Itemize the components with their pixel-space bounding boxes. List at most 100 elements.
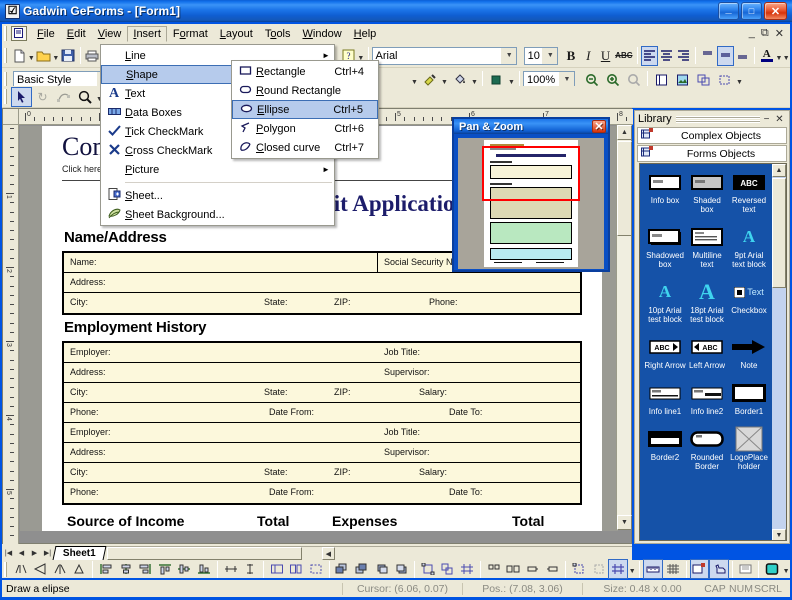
library-scroll-thumb[interactable] [772, 178, 786, 288]
menu-layout[interactable]: Layout [214, 26, 259, 42]
strikethrough-button[interactable]: ABC [614, 46, 633, 66]
mdi-close-button[interactable]: ✕ [775, 27, 784, 40]
table-row[interactable]: Phone:Date From:Date To: [64, 403, 580, 423]
font-name-combo[interactable]: Arial ▼ [372, 47, 518, 65]
fill-style-icon[interactable] [762, 559, 782, 579]
make-same-size-icon[interactable] [267, 559, 287, 579]
shape-menu-item-ellipse[interactable]: EllipseCtrl+5 [232, 100, 378, 119]
table-row[interactable]: Employer:Job Title: [64, 423, 580, 443]
fill-style-dropdown-icon[interactable]: ▼ [782, 559, 790, 579]
new-dropdown-icon[interactable]: ▼ [28, 46, 35, 66]
library-item[interactable]: A9pt Arial text block [728, 223, 770, 269]
font-color-icon[interactable]: A [758, 46, 775, 66]
library-item[interactable]: Rounded Border [686, 425, 728, 471]
close-button[interactable]: ✕ [764, 2, 787, 20]
menubar-grip[interactable] [4, 26, 8, 41]
nudge-right-icon[interactable] [543, 559, 563, 579]
align-center-icon[interactable] [658, 46, 675, 66]
deselect-objects-icon[interactable] [589, 559, 609, 579]
flip-horizontal-icon[interactable] [11, 559, 31, 579]
table-row[interactable]: City:State:ZIP:Phone: [64, 293, 580, 313]
vertical-ruler[interactable]: 12345 [3, 125, 19, 545]
nudge-left-icon[interactable] [523, 559, 543, 579]
first-sheet-button[interactable]: |◀ [2, 546, 15, 560]
toolbar1-grip[interactable] [4, 48, 7, 63]
align-objects-middle-icon[interactable] [175, 559, 195, 579]
font-color-dropdown-icon[interactable]: ▼ [775, 46, 782, 66]
table-row[interactable]: Phone:Date From:Date To: [64, 483, 580, 503]
shape-menu-item-round-rectangle[interactable]: Round Rectangle [232, 81, 378, 100]
size-to-fit-icon[interactable] [306, 559, 326, 579]
show-handles-icon[interactable] [608, 559, 628, 579]
prev-sheet-button[interactable]: ◀ [15, 546, 28, 560]
rotate-tool-icon[interactable]: ↻ [32, 87, 53, 107]
distribute-horizontally-icon[interactable] [221, 559, 241, 579]
shape-menu-item-polygon[interactable]: PolygonCtrl+6 [232, 119, 378, 138]
library-item[interactable]: TextCheckbox [728, 278, 770, 324]
table-row[interactable]: Employer:Job Title: [64, 343, 580, 363]
flip-h-object-icon[interactable] [503, 559, 523, 579]
insert-menu-item-picture[interactable]: Picture► [101, 160, 334, 179]
select-all-objects-icon[interactable] [569, 559, 589, 579]
mirror-icon[interactable] [50, 559, 70, 579]
align-right-icon[interactable] [675, 46, 692, 66]
library-item[interactable]: A18pt Arial test block [686, 278, 728, 324]
library-items-panel[interactable]: Info boxShaded boxABCReversed textShadow… [639, 163, 787, 541]
bold-button[interactable]: B [562, 46, 579, 66]
library-item[interactable]: Info line2 [686, 379, 728, 416]
library-tab-complex-objects[interactable]: Complex Objects [637, 127, 787, 144]
mdi-document-icon[interactable] [11, 26, 27, 41]
font-name-dropdown-icon[interactable]: ▼ [501, 48, 516, 64]
save-icon[interactable] [59, 46, 76, 66]
make-same-width-icon[interactable] [287, 559, 307, 579]
library-item[interactable]: A10pt Arial test block [644, 278, 686, 324]
pan-zoom-selection-rect[interactable] [482, 146, 580, 201]
show-rulers-icon[interactable] [643, 559, 663, 579]
align-bottom-icon[interactable] [734, 46, 751, 66]
vertical-scroll-thumb[interactable] [617, 141, 632, 236]
bring-forward-icon[interactable] [372, 559, 392, 579]
table-row[interactable]: Address:Supervisor: [64, 443, 580, 463]
show-grid-icon[interactable] [663, 559, 683, 579]
mdi-minimize-button[interactable]: _ [749, 27, 755, 40]
library-scroll-up-button[interactable]: ▲ [772, 164, 786, 177]
library-item[interactable]: Info box [644, 168, 686, 214]
insert-menu-item-sheet-background[interactable]: Sheet Background... [101, 205, 334, 224]
menu-file[interactable]: File [31, 26, 61, 42]
table-row[interactable]: City:State:ZIP:Salary: [64, 383, 580, 403]
library-item[interactable]: Info line1 [644, 379, 686, 416]
library-item[interactable]: Multiline text [686, 223, 728, 269]
maximize-button[interactable]: □ [741, 2, 762, 20]
shape-menu-item-rectangle[interactable]: RectangleCtrl+4 [232, 62, 378, 81]
ungroup-icon[interactable] [438, 559, 458, 579]
handles-dropdown-icon[interactable]: ▼ [628, 559, 636, 579]
menu-tools[interactable]: Tools [259, 26, 297, 42]
library-item[interactable]: ABCReversed text [728, 168, 770, 214]
library-grip[interactable] [676, 116, 760, 123]
library-item[interactable]: ABCRight Arrow [644, 333, 686, 370]
font-size-dropdown-icon[interactable]: ▼ [542, 48, 557, 64]
toolbar1-overflow-icon[interactable]: ▼ [783, 46, 790, 66]
scroll-down-button[interactable]: ▼ [617, 515, 632, 530]
distribute-vertically-icon[interactable] [240, 559, 260, 579]
library-minimize-button[interactable]: − [760, 114, 773, 125]
library-item[interactable]: LogoPlace holder [728, 425, 770, 471]
align-objects-center-icon[interactable] [116, 559, 136, 579]
bring-to-front-icon[interactable] [333, 559, 353, 579]
open-document-icon[interactable] [35, 46, 52, 66]
italic-button[interactable]: I [580, 46, 597, 66]
shape-submenu-panel[interactable]: RectangleCtrl+4Round RectangleEllipseCtr… [231, 60, 379, 159]
section-heading[interactable]: Employment History [42, 315, 602, 341]
align-objects-bottom-icon[interactable] [194, 559, 214, 579]
pan-and-zoom-window[interactable]: Pan & Zoom ✕ [452, 117, 610, 272]
library-item[interactable]: ABCLeft Arrow [686, 333, 728, 370]
tab-order-icon[interactable] [484, 559, 504, 579]
align-objects-left-icon[interactable] [96, 559, 116, 579]
canvas-vertical-scrollbar[interactable]: ▲ ▼ [616, 125, 631, 530]
menu-edit[interactable]: Edit [61, 26, 92, 42]
zoom-tool-icon[interactable] [74, 87, 95, 107]
library-scrollbar[interactable]: ▲ ▼ [772, 164, 786, 541]
library-item[interactable]: Shadowed box [644, 223, 686, 269]
align-middle-icon[interactable] [717, 46, 734, 66]
library-item[interactable]: Border2 [644, 425, 686, 471]
